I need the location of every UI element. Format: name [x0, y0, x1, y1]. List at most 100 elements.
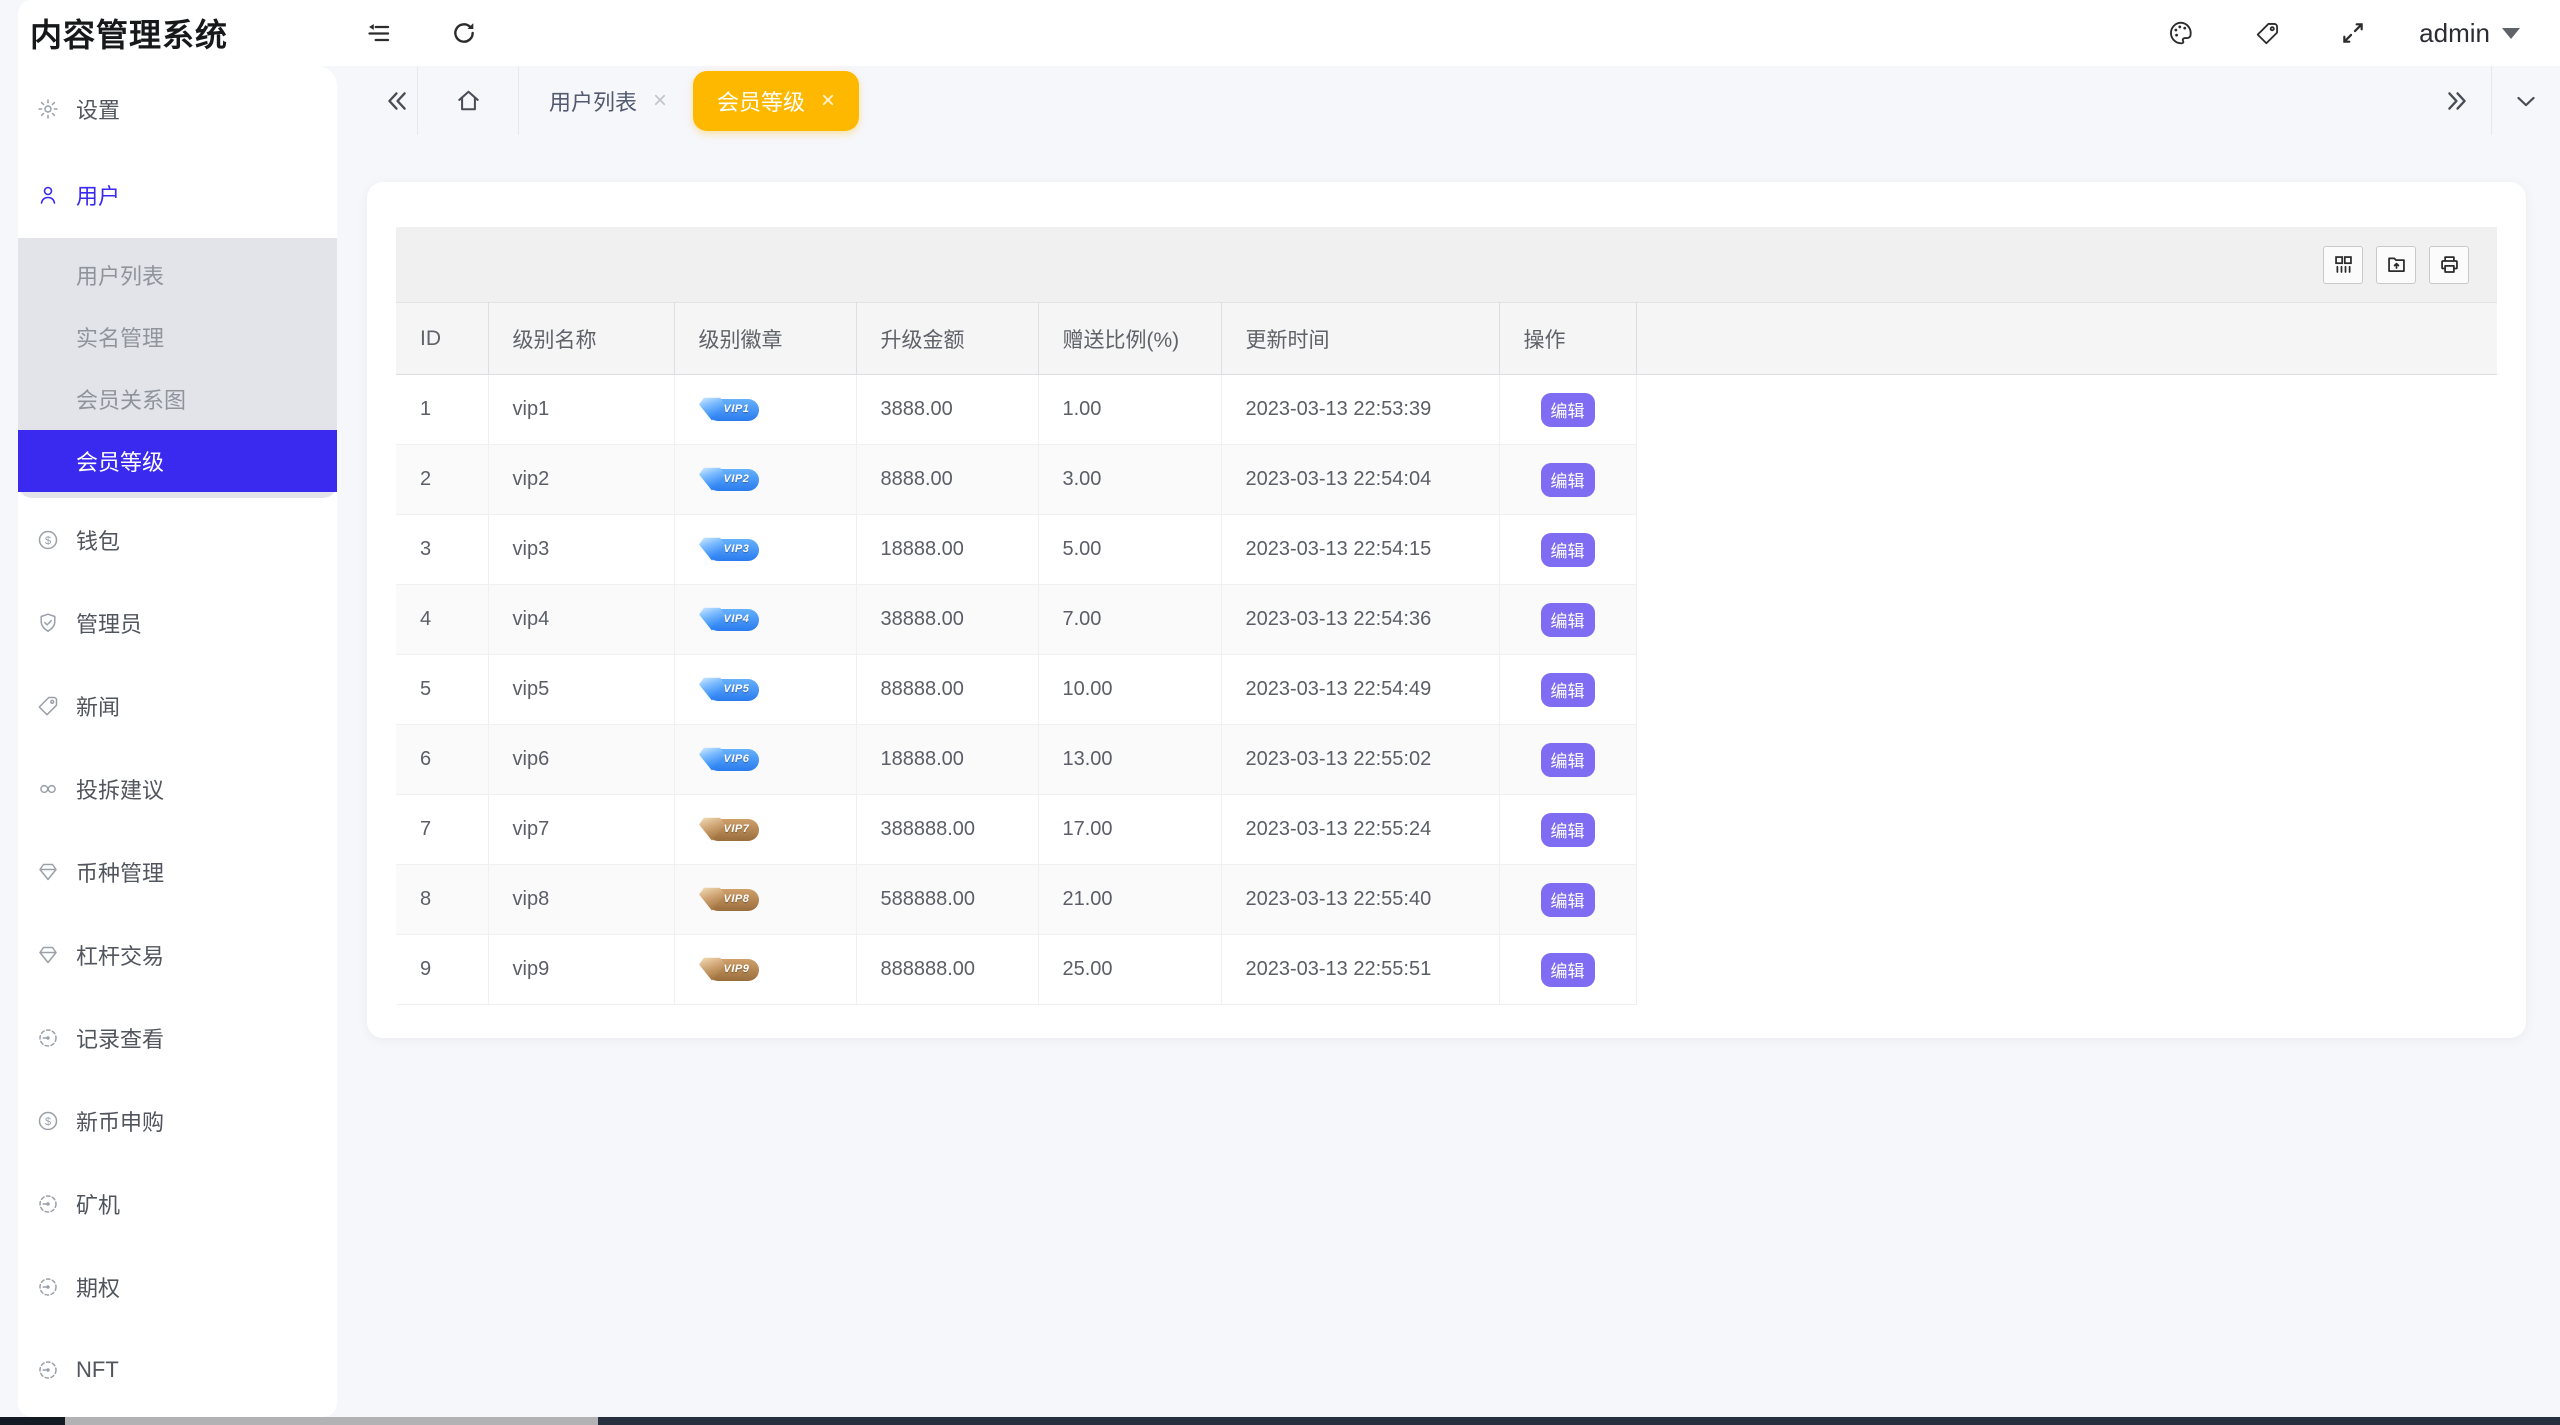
chevron-down-icon — [2513, 88, 2539, 114]
sidebar-item-news[interactable]: 新闻 — [18, 664, 337, 747]
gem-icon — [36, 943, 60, 967]
fullscreen-button[interactable] — [2333, 13, 2373, 53]
cell-actions: 编辑 — [1499, 935, 1636, 1005]
dollar-circle-icon: $ — [36, 1109, 60, 1133]
cell-update-time: 2023-03-13 22:54:04 — [1221, 445, 1499, 515]
sidebar-item-user[interactable]: 用户 — [18, 152, 337, 238]
cell-level-name: vip2 — [488, 445, 674, 515]
sidebar-item-new-coin-subscribe[interactable]: $ 新币申购 — [18, 1079, 337, 1162]
cell-filler — [1636, 445, 2497, 515]
gem-icon — [699, 606, 726, 632]
tab-user-list[interactable]: 用户列表 × — [527, 66, 689, 135]
cell-id: 9 — [396, 935, 488, 1005]
cell-actions: 编辑 — [1499, 585, 1636, 655]
tabs-menu-button[interactable] — [2506, 81, 2546, 121]
gem-icon — [699, 816, 726, 842]
cell-level-name: vip3 — [488, 515, 674, 585]
edit-button[interactable]: 编辑 — [1541, 813, 1595, 847]
sidebar-item-label: 杠杆交易 — [76, 939, 164, 971]
edit-button[interactable]: 编辑 — [1541, 673, 1595, 707]
tab-member-level[interactable]: 会员等级 × — [693, 71, 859, 131]
edit-button[interactable]: 编辑 — [1541, 743, 1595, 777]
cell-gift-ratio: 21.00 — [1038, 865, 1221, 935]
col-level-name: 级别名称 — [488, 303, 674, 375]
tabbar-divider — [417, 66, 418, 135]
tags-button[interactable] — [2247, 13, 2287, 53]
edit-button[interactable]: 编辑 — [1541, 883, 1595, 917]
cell-level-badge: VIP2 — [674, 445, 856, 515]
print-icon — [2439, 254, 2460, 275]
print-button[interactable] — [2429, 246, 2469, 284]
refresh-button[interactable] — [444, 13, 484, 53]
col-upgrade-amount: 升级金额 — [856, 303, 1038, 375]
columns-button[interactable] — [2323, 246, 2363, 284]
sidebar-item-admin[interactable]: 管理员 — [18, 581, 337, 664]
tabs-scroll-right-button[interactable] — [2437, 81, 2477, 121]
sidebar-subitem-member-level[interactable]: 会员等级 — [18, 430, 337, 492]
close-icon[interactable]: × — [821, 89, 835, 113]
collapse-sidebar-button[interactable] — [358, 13, 398, 53]
cell-filler — [1636, 515, 2497, 585]
export-button[interactable] — [2376, 246, 2416, 284]
sidebar-item-miner[interactable]: 矿机 — [18, 1162, 337, 1245]
cell-filler — [1636, 725, 2497, 795]
cell-filler — [1636, 865, 2497, 935]
scrollbar-thumb[interactable] — [65, 1417, 598, 1425]
theme-button[interactable] — [2161, 13, 2201, 53]
table-row: 9 vip9 VIP9 888888.00 25.00 2023-03-13 2… — [396, 935, 2497, 1005]
sidebar-item-settings[interactable]: 设置 — [18, 66, 337, 152]
edit-button[interactable]: 编辑 — [1541, 393, 1595, 427]
cell-actions: 编辑 — [1499, 515, 1636, 585]
user-menu[interactable]: admin — [2419, 18, 2520, 49]
edit-button[interactable]: 编辑 — [1541, 953, 1595, 987]
cell-update-time: 2023-03-13 22:55:51 — [1221, 935, 1499, 1005]
sidebar-item-leverage-trade[interactable]: 杠杆交易 — [18, 913, 337, 996]
double-chevron-left-icon — [384, 88, 410, 114]
dashed-circle-icon — [36, 1192, 60, 1216]
tab-bar: 用户列表 × 会员等级 × — [337, 66, 2560, 135]
cell-id: 3 — [396, 515, 488, 585]
cell-level-name: vip1 — [488, 375, 674, 445]
tab-label: 会员等级 — [717, 85, 805, 117]
home-tab-button[interactable] — [448, 81, 488, 121]
sidebar-subitem-relation-graph[interactable]: 会员关系图 — [18, 368, 337, 430]
app-header: 内容管理系统 — [18, 0, 2560, 66]
cell-level-badge: VIP4 — [674, 585, 856, 655]
cell-filler — [1636, 655, 2497, 725]
tabs-scroll-left-button[interactable] — [377, 81, 417, 121]
cell-gift-ratio: 7.00 — [1038, 585, 1221, 655]
sidebar-subitem-realname[interactable]: 实名管理 — [18, 306, 337, 368]
sidebar-item-coin-management[interactable]: 币种管理 — [18, 830, 337, 913]
cell-level-name: vip8 — [488, 865, 674, 935]
sidebar-item-options[interactable]: 期权 — [18, 1245, 337, 1328]
sidebar-subitem-label: 实名管理 — [76, 321, 164, 353]
tabbar-divider — [2491, 66, 2492, 135]
dollar-circle-icon: $ — [36, 528, 60, 552]
cell-upgrade-amount: 3888.00 — [856, 375, 1038, 445]
edit-button[interactable]: 编辑 — [1541, 533, 1595, 567]
table-row: 7 vip7 VIP7 388888.00 17.00 2023-03-13 2… — [396, 795, 2497, 865]
sidebar-item-records[interactable]: 记录查看 — [18, 996, 337, 1079]
horizontal-scrollbar — [0, 1417, 2560, 1425]
edit-button[interactable]: 编辑 — [1541, 463, 1595, 497]
table-row: 4 vip4 VIP4 38888.00 7.00 2023-03-13 22:… — [396, 585, 2497, 655]
sidebar-item-nft[interactable]: NFT — [18, 1328, 337, 1411]
vip-badge: VIP1 — [707, 399, 760, 421]
cell-update-time: 2023-03-13 22:53:39 — [1221, 375, 1499, 445]
sidebar-item-label: 设置 — [76, 93, 120, 125]
vip-badge: VIP3 — [707, 539, 760, 561]
table-toolbar — [396, 227, 2497, 302]
sidebar-item-label: 钱包 — [76, 524, 120, 556]
sidebar-submenu-user: 用户列表 实名管理 会员关系图 会员等级 — [18, 238, 337, 498]
close-icon[interactable]: × — [653, 89, 667, 113]
svg-text:$: $ — [45, 535, 51, 547]
cell-update-time: 2023-03-13 22:55:40 — [1221, 865, 1499, 935]
table-row: 5 vip5 VIP5 88888.00 10.00 2023-03-13 22… — [396, 655, 2497, 725]
sidebar-item-feedback[interactable]: 投拆建议 — [18, 747, 337, 830]
cell-id: 1 — [396, 375, 488, 445]
sidebar-subitem-user-list[interactable]: 用户列表 — [18, 244, 337, 306]
edit-button[interactable]: 编辑 — [1541, 603, 1595, 637]
sidebar-item-label: 投拆建议 — [76, 773, 164, 805]
sidebar-item-wallet[interactable]: $ 钱包 — [18, 498, 337, 581]
tabbar-divider — [518, 66, 519, 135]
